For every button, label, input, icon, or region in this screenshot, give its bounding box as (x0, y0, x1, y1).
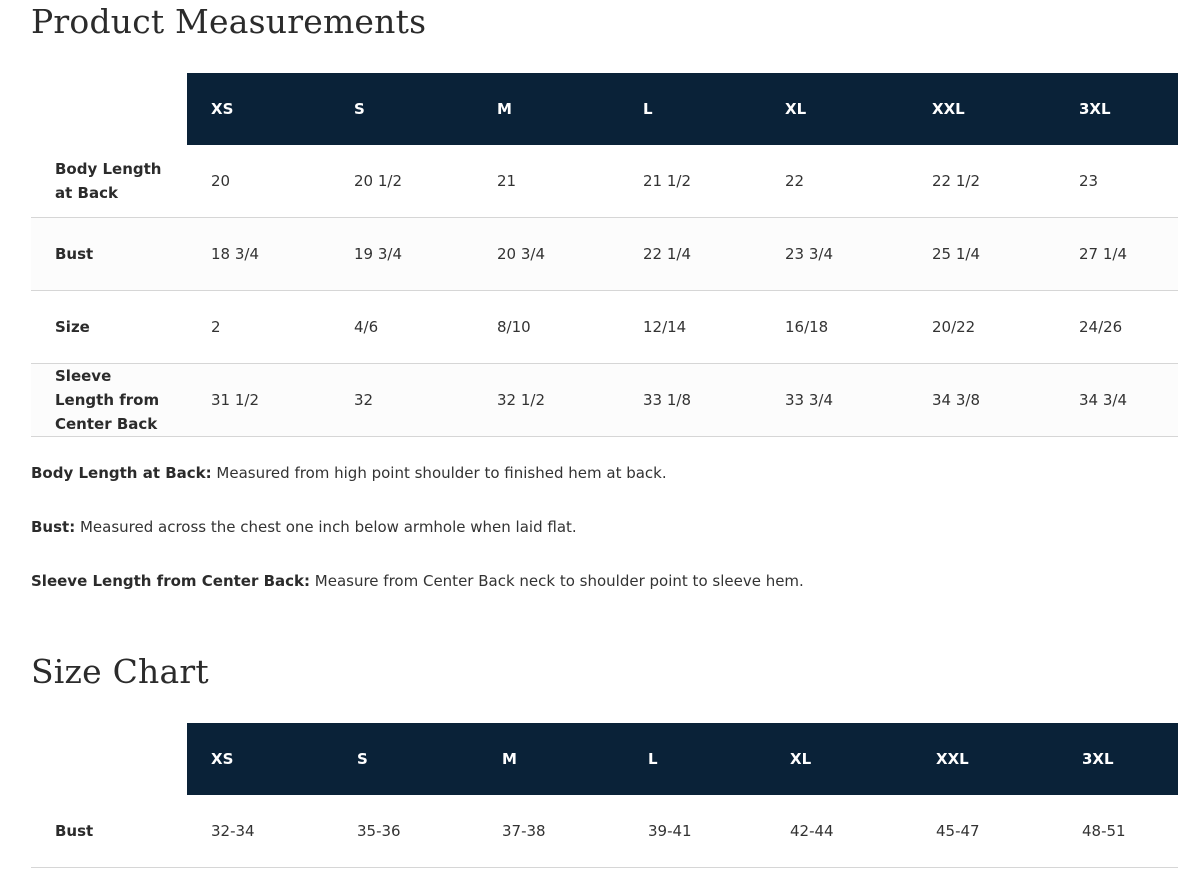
table-cell: 24/26 (1055, 290, 1178, 364)
table-cell: 23 (1055, 145, 1178, 218)
size-header-cell: XL (766, 723, 912, 795)
table-cell: 22 (761, 145, 908, 218)
note-text: Measure from Center Back neck to shoulde… (310, 572, 804, 590)
size-header-cell: S (330, 73, 473, 145)
measurement-note: Body Length at Back: Measured from high … (31, 462, 1171, 516)
row-label: Sleeve Length from Center Back (31, 363, 187, 437)
measurement-note: Bust: Measured across the chest one inch… (31, 516, 1171, 570)
table-cell: 4/6 (330, 290, 473, 364)
row-label-text: Bust (55, 245, 94, 263)
table-row: Bust 18 3/4 19 3/4 20 3/4 22 1/4 23 3/4 … (31, 217, 1178, 291)
table-cell: 48-51 (1058, 795, 1178, 868)
table-cell: 39-41 (624, 795, 766, 868)
table-row: Size 2 4/6 8/10 12/14 16/18 20/22 24/26 (31, 290, 1178, 364)
row-label-text: Body Length at Back (55, 160, 162, 202)
note-term: Body Length at Back: (31, 464, 212, 482)
product-measurements-table: XS S M L XL XXL 3XL Body Length at Back … (31, 73, 1178, 437)
table-cell: 27 1/4 (1055, 217, 1178, 291)
size-header-cell: XS (187, 73, 330, 145)
size-header-cell: L (624, 723, 766, 795)
table-header-row: XS S M L XL XXL 3XL (31, 723, 1178, 795)
table-row: Sleeve Length from Center Back 31 1/2 32… (31, 363, 1178, 437)
table-cell: 23 3/4 (761, 217, 908, 291)
table-header-row: XS S M L XL XXL 3XL (31, 73, 1178, 145)
table-cell: 21 1/2 (619, 145, 761, 218)
table-cell: 33 1/8 (619, 363, 761, 437)
table-cell: 35-36 (333, 795, 478, 868)
table-cell: 18 3/4 (187, 217, 330, 291)
header-corner-cell (31, 73, 187, 145)
table-cell: 12/14 (619, 290, 761, 364)
table-cell: 34 3/4 (1055, 363, 1178, 437)
table-cell: 37-38 (478, 795, 624, 868)
product-measurements-title: Product Measurements (31, 2, 427, 41)
table-cell: 20 (187, 145, 330, 218)
measurement-note: Sleeve Length from Center Back: Measure … (31, 570, 1171, 624)
table-cell: 16/18 (761, 290, 908, 364)
size-header-cell: XS (187, 723, 333, 795)
row-label: Bust (31, 795, 187, 868)
table-cell: 33 3/4 (761, 363, 908, 437)
table-cell: 32-34 (187, 795, 333, 868)
table-cell: 42-44 (766, 795, 912, 868)
size-header-cell: M (473, 73, 619, 145)
table-cell: 34 3/8 (908, 363, 1055, 437)
size-header-cell: S (333, 723, 478, 795)
table-cell: 31 1/2 (187, 363, 330, 437)
table-cell: 25 1/4 (908, 217, 1055, 291)
note-text: Measured across the chest one inch below… (75, 518, 577, 536)
size-header-cell: 3XL (1055, 73, 1178, 145)
size-header-cell: M (478, 723, 624, 795)
size-guide-page: Product Measurements XS S M L XL XXL 3XL (0, 0, 1178, 872)
table-cell: 2 (187, 290, 330, 364)
row-label-text: Bust (55, 822, 94, 840)
note-term: Sleeve Length from Center Back: (31, 572, 311, 590)
table-cell: 20 1/2 (330, 145, 473, 218)
table-cell: 20/22 (908, 290, 1055, 364)
table-cell: 22 1/4 (619, 217, 761, 291)
row-label-text: Sleeve Length from Center Back (55, 367, 160, 433)
table-cell: 19 3/4 (330, 217, 473, 291)
row-label: Bust (31, 217, 187, 291)
size-header-cell: XL (761, 73, 908, 145)
note-text: Measured from high point shoulder to fin… (211, 464, 667, 482)
row-label-text: Size (55, 318, 90, 336)
table-cell: 21 (473, 145, 619, 218)
table-cell: 32 (330, 363, 473, 437)
table-row: Body Length at Back 20 20 1/2 21 21 1/2 … (31, 145, 1178, 218)
table-cell: 45-47 (912, 795, 1058, 868)
table-cell: 22 1/2 (908, 145, 1055, 218)
note-term: Bust: (31, 518, 76, 536)
row-label: Size (31, 290, 187, 364)
row-label: Body Length at Back (31, 145, 187, 218)
table-cell: 20 3/4 (473, 217, 619, 291)
size-header-cell: 3XL (1058, 723, 1178, 795)
size-chart-title: Size Chart (31, 652, 209, 691)
size-header-cell: XXL (912, 723, 1058, 795)
size-header-cell: XXL (908, 73, 1055, 145)
size-header-cell: L (619, 73, 761, 145)
header-corner-cell (31, 723, 187, 795)
table-row: Bust 32-34 35-36 37-38 39-41 42-44 45-47… (31, 795, 1178, 868)
table-cell: 32 1/2 (473, 363, 619, 437)
measurement-notes: Body Length at Back: Measured from high … (31, 462, 1171, 624)
size-chart-table: XS S M L XL XXL 3XL Bust 32-34 35-36 37-… (31, 723, 1178, 868)
table-cell: 8/10 (473, 290, 619, 364)
